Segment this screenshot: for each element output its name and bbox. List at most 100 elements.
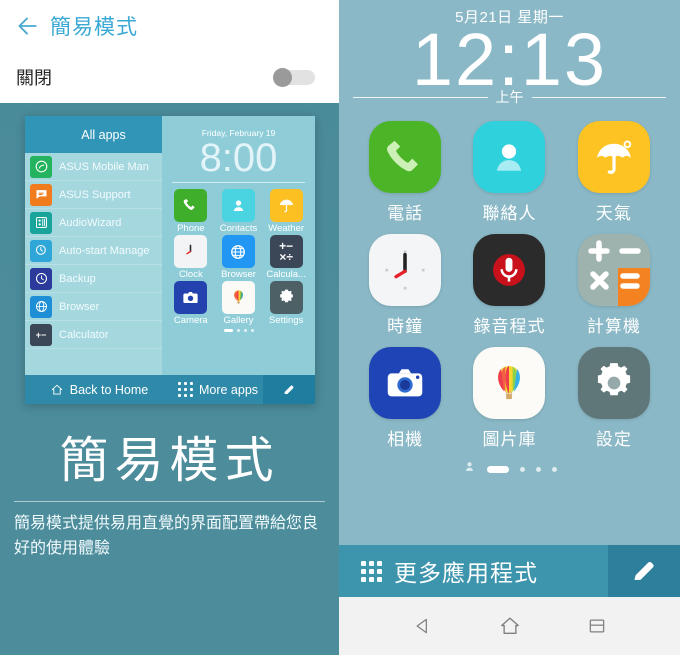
preview-app-settings: Settings (263, 281, 309, 326)
list-item-label: AudioWizard (59, 216, 122, 229)
ampm-line-left (353, 96, 488, 98)
grid-icon (177, 382, 193, 397)
preview-all-apps-list: All apps ASUS Mobile Man ASUS Support Au… (25, 116, 182, 404)
gear-icon (269, 281, 303, 314)
clock-widget[interactable]: 5月21日 星期一 12:13 上午 (339, 0, 680, 107)
app-label: 相機 (387, 430, 424, 449)
preview-more-apps-label: More apps (198, 382, 259, 397)
preview-bottom-bar: Back to Home More apps (25, 375, 315, 404)
easy-mode-toggle-row[interactable]: 關閉 (0, 52, 339, 102)
preview-app-label: Browser (221, 269, 256, 280)
preview-app-label: Camera (173, 315, 208, 326)
app-contacts[interactable]: 聯絡人 (457, 121, 561, 224)
hero-divider (14, 501, 325, 502)
preview-page-dot (243, 329, 247, 332)
calculator-icon (577, 234, 650, 306)
preview-more-apps-button: More apps (173, 382, 263, 397)
camera-icon (174, 281, 208, 314)
page-title: 簡易模式 (50, 16, 138, 39)
nav-home-icon[interactable] (493, 609, 527, 643)
preview-app-contacts: Contacts (216, 189, 262, 234)
list-item-label: ASUS Support (59, 188, 131, 201)
list-item-label: Browser (59, 300, 100, 313)
app-label: 錄音程式 (473, 317, 546, 336)
preview-app-grid: Phone Contacts Weather Clock Browser +− … (162, 189, 315, 326)
app-camera[interactable]: 相機 (353, 347, 457, 450)
list-item: Browser (25, 293, 182, 321)
page-dot[interactable] (535, 466, 541, 472)
app-calculator[interactable]: 計算機 (562, 234, 666, 337)
balloon-icon (221, 281, 255, 314)
list-item: ASUS Support (25, 181, 182, 209)
list-item-label: ASUS Mobile Man (59, 160, 149, 173)
app-settings[interactable]: 設定 (562, 347, 666, 450)
arrow-left-icon[interactable] (14, 13, 40, 39)
gear-icon (577, 347, 650, 419)
app-weather[interactable]: 天氣 (562, 121, 666, 224)
pencil-icon (284, 384, 294, 394)
app-label: 設定 (595, 430, 632, 449)
nav-recents-icon[interactable] (580, 609, 614, 643)
clock-ampm-row: 上午 (339, 87, 680, 107)
asus-support-icon (30, 183, 52, 206)
page-dot[interactable] (551, 466, 557, 472)
app-phone[interactable]: 電話 (353, 121, 457, 224)
app-sound-recorder[interactable]: 錄音程式 (457, 234, 561, 337)
contacts-icon (221, 189, 255, 222)
preview-time: 8:00 (199, 136, 278, 180)
balloon-icon (473, 347, 546, 419)
umbrella-icon (269, 189, 303, 222)
app-gallery[interactable]: 圖片庫 (457, 347, 561, 450)
list-item: Auto-start Manage (25, 237, 182, 265)
preview-divider (172, 182, 305, 183)
home-icon (51, 384, 62, 395)
app-label: 時鐘 (387, 317, 424, 336)
app-clock[interactable]: 時鐘 (353, 234, 457, 337)
list-item-label: Calculator (59, 328, 109, 341)
globe-icon (221, 235, 255, 268)
edit-button[interactable] (608, 545, 680, 597)
preview-app-label: Settings (269, 315, 304, 326)
preview-app-label: Gallery (223, 315, 254, 326)
umbrella-icon (577, 121, 650, 193)
clock-ampm: 上午 (495, 89, 524, 105)
easy-mode-switch[interactable] (273, 67, 317, 87)
hero-title: 簡易模式 (59, 434, 280, 488)
backup-icon (30, 267, 52, 290)
app-label: 天氣 (595, 204, 632, 223)
preview-back-to-home-label: Back to Home (69, 382, 149, 397)
list-item: Backup (25, 265, 182, 293)
hero-description: 簡易模式提供易用直覺的界面配置帶給您良好的使用體驗 (14, 515, 319, 557)
list-item: ASUS Mobile Man (25, 153, 182, 181)
contacts-icon (473, 121, 546, 193)
app-label: 計算機 (586, 317, 641, 336)
page-dot-active[interactable] (486, 465, 509, 473)
auto-start-manager-icon (30, 239, 52, 262)
more-apps-button[interactable]: 更多應用程式 (339, 554, 608, 588)
page-indicator (339, 462, 680, 476)
preview-app-weather: Weather (263, 189, 309, 234)
preview-app-camera: Camera (168, 281, 214, 326)
asus-mobile-manager-icon (30, 155, 52, 178)
preview-app-browser: Browser (216, 235, 262, 280)
android-navigation-bar (339, 597, 680, 655)
list-item: +− Calculator (25, 321, 182, 349)
preview-app-label: Clock (178, 269, 203, 280)
app-label: 電話 (387, 204, 424, 223)
nav-back-icon[interactable] (406, 609, 440, 643)
switch-knob (273, 67, 292, 87)
preview-app-label: Contacts (219, 223, 258, 234)
preview-app-gallery: Gallery (216, 281, 262, 326)
app-label: 圖片庫 (482, 430, 537, 449)
pencil-icon (634, 561, 654, 580)
preview-back-to-home-button: Back to Home (25, 383, 173, 397)
easy-mode-home-screen: 5月21日 星期一 12:13 上午 電話 聯絡人 天氣 時鐘 錄音程式 計算機… (339, 0, 680, 655)
preview-app-label: Calcula... (266, 269, 306, 280)
clock-icon (174, 235, 208, 268)
preview-all-apps-title: All apps (25, 116, 182, 153)
page-dot[interactable] (519, 466, 525, 472)
preview-page-dot (236, 329, 240, 332)
preview-page-dot-active (223, 329, 233, 332)
microphone-icon (473, 234, 546, 306)
phone-icon (369, 121, 442, 193)
